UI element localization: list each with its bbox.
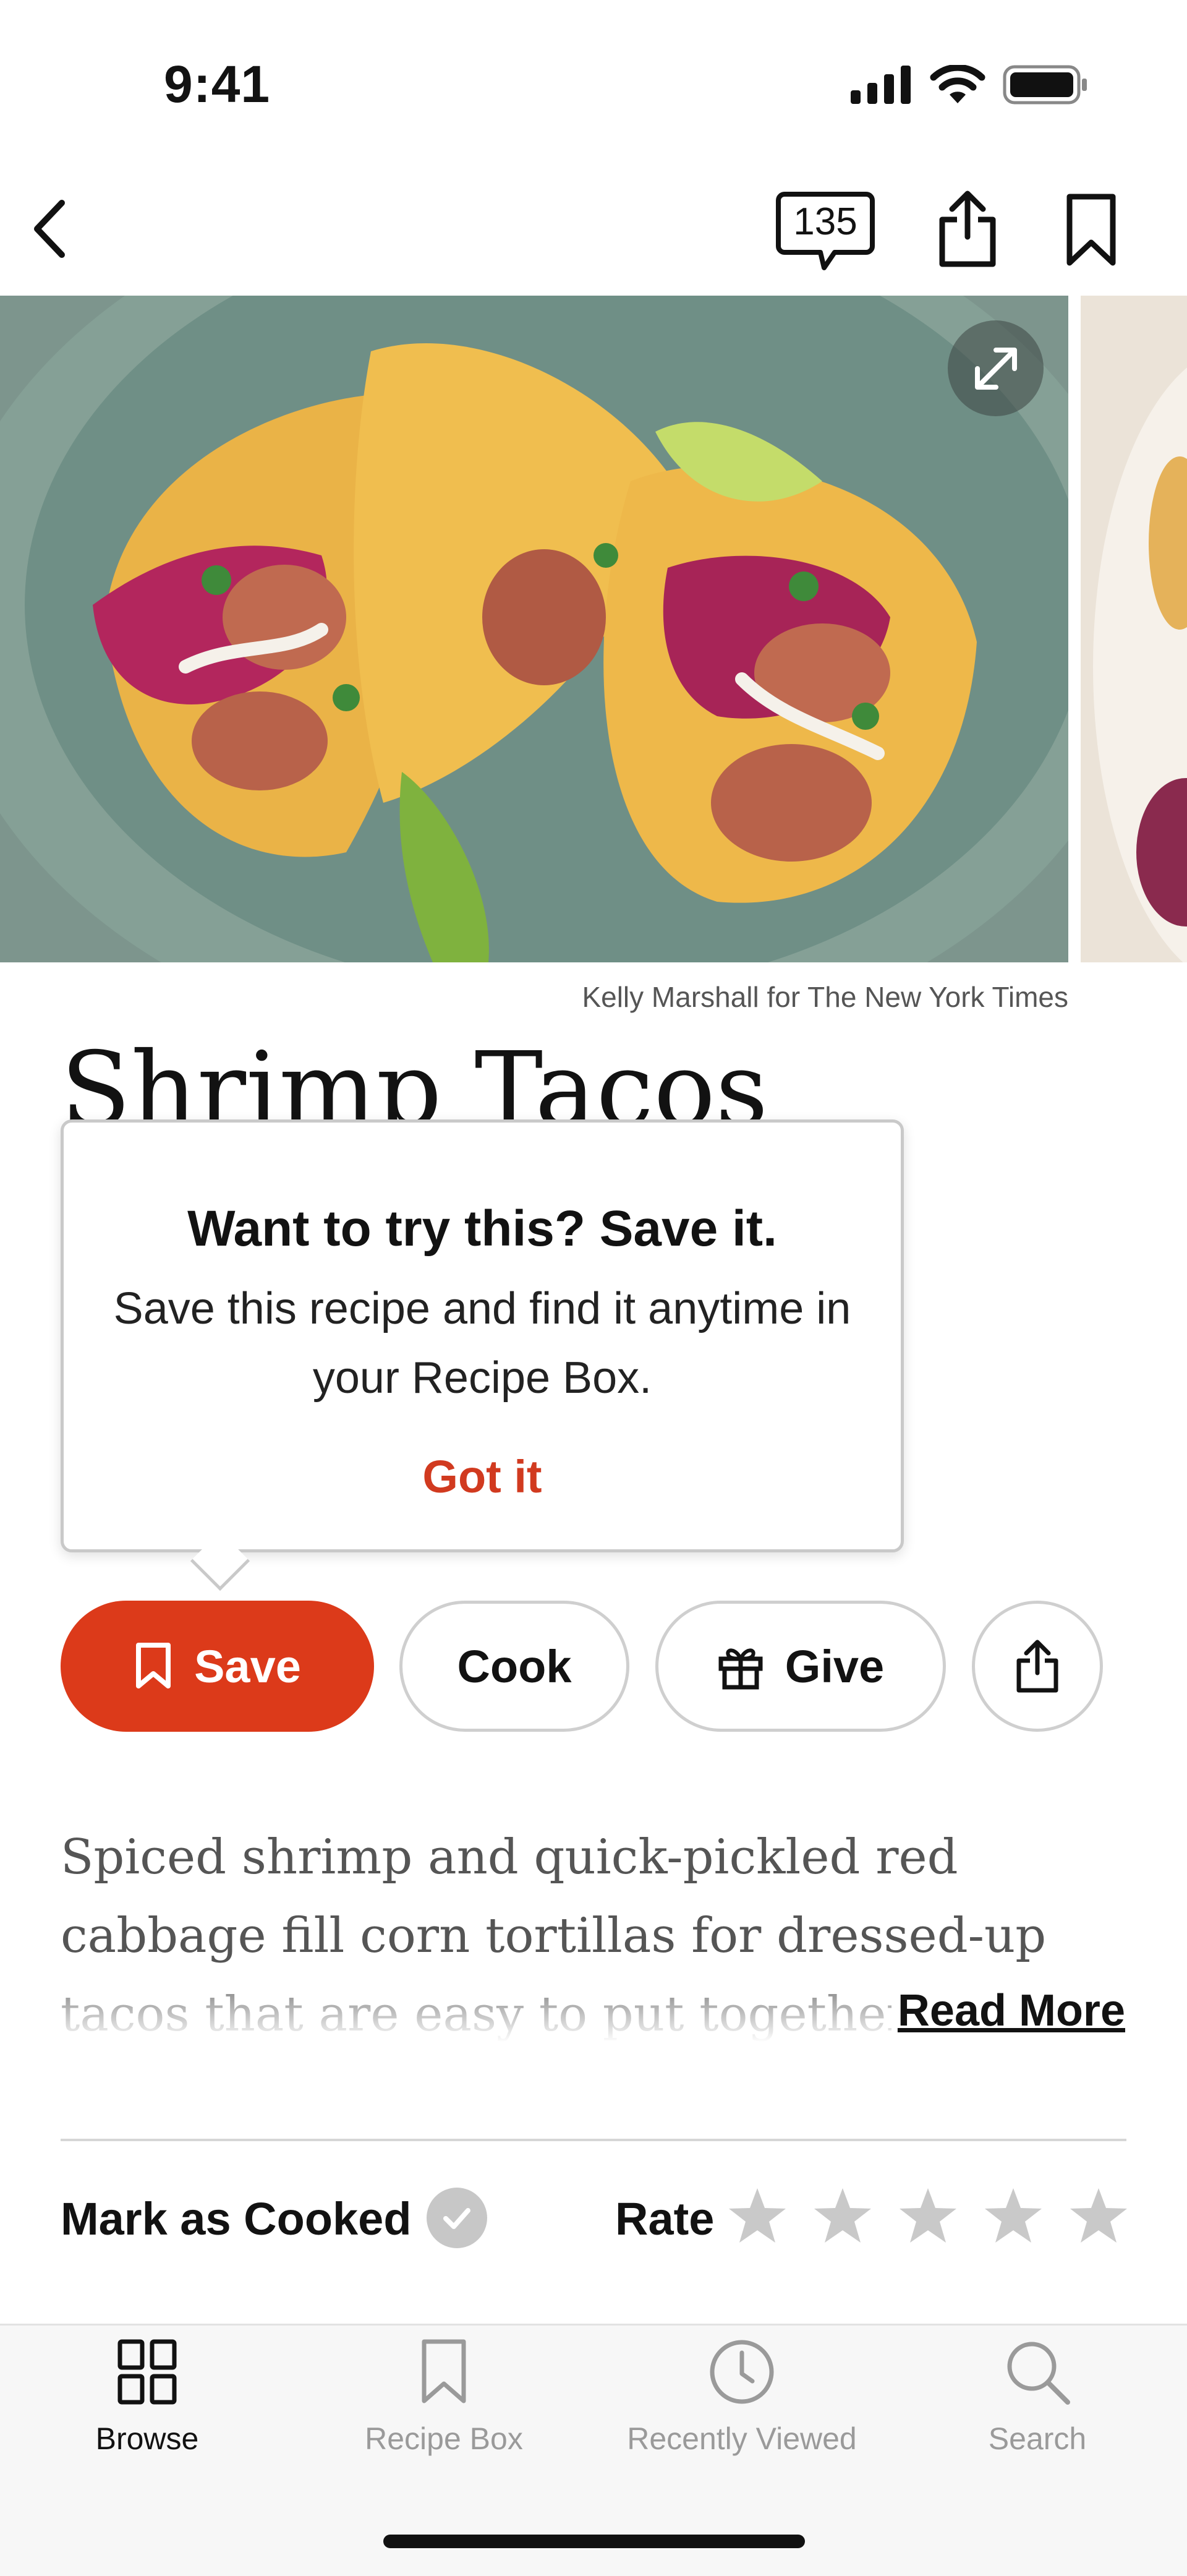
tab-recipe-box[interactable]: Recipe Box bbox=[314, 2338, 574, 2457]
bookmark-icon bbox=[136, 1643, 171, 1688]
share-icon bbox=[939, 190, 996, 267]
bookmark-icon bbox=[422, 2339, 466, 2403]
cook-button[interactable]: Cook bbox=[399, 1601, 629, 1732]
gift-icon bbox=[718, 1648, 763, 1690]
tab-label: Recently Viewed bbox=[627, 2421, 857, 2456]
grid-icon bbox=[117, 2339, 177, 2405]
divider bbox=[61, 2139, 1126, 2141]
share-button[interactable] bbox=[934, 189, 1002, 269]
tooltip-heading: Want to try this? Save it. bbox=[187, 1200, 777, 1257]
expand-icon bbox=[974, 347, 1017, 390]
star-icon[interactable] bbox=[897, 2184, 959, 2246]
save-button[interactable]: Save bbox=[61, 1601, 374, 1732]
battery-icon bbox=[1003, 65, 1087, 105]
expand-image-button[interactable] bbox=[948, 320, 1044, 416]
search-icon bbox=[1007, 2342, 1070, 2405]
recipe-hero-image[interactable] bbox=[0, 296, 1068, 962]
share-icon bbox=[1016, 1640, 1058, 1693]
tab-label: Recipe Box bbox=[365, 2421, 523, 2456]
star-icon[interactable] bbox=[1068, 2184, 1130, 2246]
bookmark-button[interactable] bbox=[1060, 192, 1122, 269]
rating-stars[interactable] bbox=[726, 2184, 1130, 2246]
read-more-link[interactable]: Read More bbox=[891, 1985, 1125, 2036]
share-recipe-button[interactable] bbox=[972, 1601, 1103, 1732]
star-icon[interactable] bbox=[726, 2184, 788, 2246]
save-label: Save bbox=[194, 1640, 301, 1692]
tab-recently-viewed[interactable]: Recently Viewed bbox=[612, 2338, 872, 2457]
cook-label: Cook bbox=[457, 1640, 572, 1692]
got-it-button[interactable]: Got it bbox=[64, 1450, 901, 1503]
photo-credit: Kelly Marshall for The New York Times bbox=[582, 981, 1068, 1013]
wifi-icon bbox=[930, 65, 985, 103]
tab-browse[interactable]: Browse bbox=[17, 2338, 277, 2457]
signal-icon bbox=[851, 66, 911, 104]
clock-icon bbox=[710, 2340, 774, 2404]
home-indicator bbox=[383, 2535, 805, 2548]
chevron-left-icon bbox=[34, 200, 65, 258]
save-tooltip: Want to try this? Save it. Save this rec… bbox=[61, 1119, 904, 1552]
back-button[interactable] bbox=[19, 189, 80, 269]
next-photo bbox=[1081, 296, 1187, 962]
tooltip-body: Save this recipe and find it anytime in … bbox=[113, 1284, 851, 1403]
comments-button[interactable]: 135 bbox=[776, 190, 881, 274]
star-icon[interactable] bbox=[812, 2184, 874, 2246]
mark-as-cooked-label[interactable]: Mark as Cooked bbox=[61, 2193, 412, 2245]
bookmark-icon bbox=[1066, 194, 1116, 266]
status-time: 9:41 bbox=[164, 55, 271, 113]
star-icon[interactable] bbox=[982, 2184, 1044, 2246]
rate-label: Rate bbox=[615, 2193, 715, 2244]
status-icons bbox=[851, 65, 1088, 105]
check-circle-icon[interactable] bbox=[427, 2188, 487, 2248]
tab-search[interactable]: Search bbox=[908, 2338, 1167, 2457]
tab-label: Search bbox=[988, 2421, 1087, 2456]
tacos-photo bbox=[0, 296, 1068, 962]
next-hero-image[interactable] bbox=[1081, 296, 1187, 962]
give-label: Give bbox=[785, 1640, 885, 1692]
tab-label: Browse bbox=[95, 2421, 199, 2456]
give-button[interactable]: Give bbox=[655, 1601, 946, 1732]
comment-count: 135 bbox=[793, 200, 857, 243]
